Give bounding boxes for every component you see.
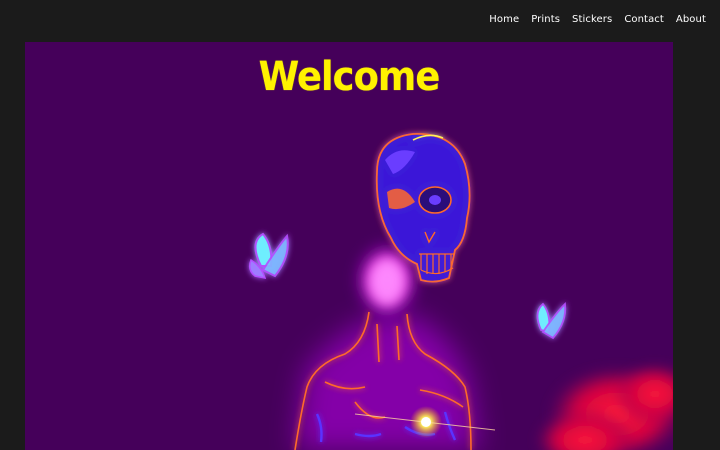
- neon-skeleton-artwork: [248, 133, 673, 450]
- main-nav: Home Prints Stickers Contact About: [489, 14, 706, 25]
- butterfly-left: [248, 232, 289, 279]
- red-smoke: [535, 364, 673, 450]
- nav-contact-link[interactable]: Contact: [624, 14, 664, 25]
- nav-about-link[interactable]: About: [676, 14, 706, 25]
- body-aura: [295, 313, 480, 450]
- nav-prints-link[interactable]: Prints: [531, 14, 560, 25]
- butterfly-right: [536, 302, 567, 340]
- nav-stickers-link[interactable]: Stickers: [572, 14, 612, 25]
- hero-banner: Welcome: [25, 42, 673, 450]
- top-navigation-bar: Home Prints Stickers Contact About: [0, 0, 720, 42]
- hero-title: Welcome: [258, 54, 441, 100]
- nav-home-link[interactable]: Home: [489, 14, 519, 25]
